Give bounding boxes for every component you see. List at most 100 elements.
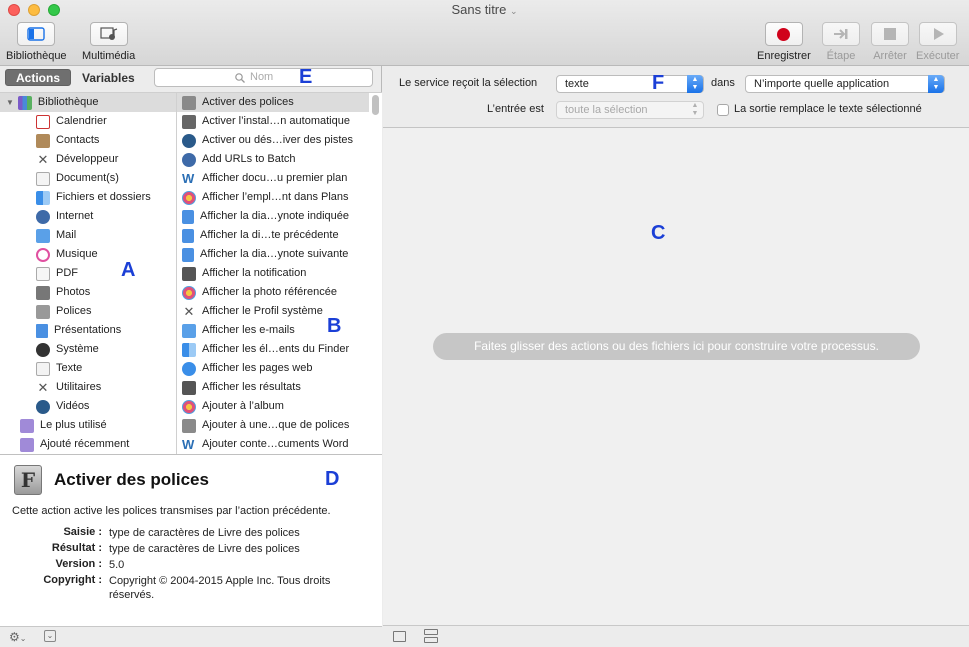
action-item[interactable]: W Afficher docu…u premier plan xyxy=(182,169,347,188)
sidebar-item-developpeur[interactable]: ✕ Développeur xyxy=(36,150,119,169)
action-item[interactable]: Afficher les résultats xyxy=(182,378,301,397)
sidebar-item-label: Système xyxy=(56,343,99,355)
action-item[interactable]: Afficher la dia…ynote indiquée xyxy=(182,207,349,226)
actions-list: Activer des polices Activer l’instal…n a… xyxy=(176,92,382,454)
action-item[interactable]: Afficher la dia…ynote suivante xyxy=(182,245,348,264)
action-item[interactable]: Afficher la notification xyxy=(182,264,306,283)
sidebar-item-calendrier[interactable]: Calendrier xyxy=(36,112,107,131)
action-item[interactable]: Afficher les e-mails xyxy=(182,321,295,340)
action-item[interactable]: Activer ou dés…iver des pistes xyxy=(182,131,353,150)
keynote-icon xyxy=(182,228,194,243)
workflow-hint: Faites glisser des actions ou des fichie… xyxy=(433,333,920,360)
font-book-icon: F xyxy=(14,465,42,495)
tab-actions[interactable]: Actions xyxy=(5,69,72,86)
input-type-select[interactable]: texte ▲ ▼ xyxy=(556,75,704,93)
action-item[interactable]: Afficher les pages web xyxy=(182,359,312,378)
keynote-icon xyxy=(36,323,48,338)
collapse-description-icon[interactable]: ⌄ xyxy=(44,630,56,642)
library-root[interactable]: ▼ Bibliothèque xyxy=(0,93,176,112)
system-icon xyxy=(36,342,50,357)
keynote-icon xyxy=(182,209,194,224)
popup-arrows-icon: ▲ ▼ xyxy=(928,75,944,93)
workflow-pane: Le service reçoit la sélection texte ▲ ▼ … xyxy=(383,66,969,647)
sidebar-item-contacts[interactable]: Contacts xyxy=(36,131,99,150)
sidebar-item-musique[interactable]: Musique xyxy=(36,245,98,264)
sidebar-item-polices[interactable]: Polices xyxy=(36,302,91,321)
description-text: Cette action active les polices transmis… xyxy=(12,505,331,517)
sidebar-item-fichiers[interactable]: Fichiers et dossiers xyxy=(36,188,151,207)
sidebar-item-label: Fichiers et dossiers xyxy=(56,191,151,203)
smart-group-most-used[interactable]: Le plus utilisé xyxy=(20,416,107,435)
sidebar-item-videos[interactable]: Vidéos xyxy=(36,397,89,416)
gear-icon[interactable]: ⚙⌄ xyxy=(9,630,26,644)
action-item[interactable]: Afficher la photo référencée xyxy=(182,283,337,302)
annotation-b: B xyxy=(327,315,342,337)
result-value: type de caractères de Livre des polices xyxy=(109,543,300,555)
action-item[interactable]: W Ajouter conte…cuments Word xyxy=(182,435,349,454)
mail-icon xyxy=(182,323,196,338)
variables-view-icon[interactable] xyxy=(424,629,438,643)
media-label: Multimédia xyxy=(82,50,136,62)
photos-icon xyxy=(36,285,50,300)
tools-icon: ✕ xyxy=(183,303,195,319)
application-select[interactable]: N’importe quelle application ▲ ▼ xyxy=(745,75,945,93)
run-button[interactable]: Exécuter xyxy=(916,22,959,62)
stop-button[interactable]: Arrêter xyxy=(871,22,909,62)
finder-icon xyxy=(182,342,196,357)
sidebar-item-mail[interactable]: Mail xyxy=(36,226,76,245)
annotation-f: F xyxy=(652,72,665,94)
search-icon xyxy=(235,73,245,83)
sidebar-item-presentations[interactable]: Présentations xyxy=(36,321,121,340)
sidebar-item-label: Vidéos xyxy=(56,400,90,412)
action-item[interactable]: Afficher la di…te précédente xyxy=(182,226,339,245)
tab-variables[interactable]: Variables xyxy=(71,69,146,86)
sidebar-item-systeme[interactable]: Système xyxy=(36,340,99,359)
input-label: Saisie : xyxy=(63,526,102,538)
sidebar-item-label: Texte xyxy=(56,362,83,374)
photos-icon xyxy=(182,399,196,414)
input-scope-select[interactable]: toute la sélection ▲ ▼ xyxy=(556,101,704,119)
step-button[interactable]: Étape xyxy=(822,22,860,62)
version-label: Version : xyxy=(55,558,102,570)
action-label: Ajouter à une…que de polices xyxy=(202,419,350,431)
action-label: Add URLs to Batch xyxy=(202,153,296,165)
library-toggle-button[interactable]: Bibliothèque xyxy=(6,22,67,62)
installer-icon xyxy=(182,114,196,129)
mail-icon xyxy=(36,228,50,243)
annotation-e: E xyxy=(299,66,313,88)
actions-scrollbar[interactable] xyxy=(372,95,379,115)
action-item[interactable]: Ajouter à l’album xyxy=(182,397,284,416)
media-icon xyxy=(99,27,117,40)
action-item[interactable]: Activer l’instal…n automatique xyxy=(182,112,350,131)
sidebar-item-label: Musique xyxy=(56,248,98,260)
library-root-label: Bibliothèque xyxy=(37,96,99,108)
window-title[interactable]: Sans titre ⌄ xyxy=(0,2,969,17)
log-view-icon[interactable] xyxy=(393,631,406,642)
action-item[interactable]: Ajouter à une…que de polices xyxy=(182,416,349,435)
action-item[interactable]: Add URLs to Batch xyxy=(182,150,296,169)
sidebar-item-pdf[interactable]: PDF xyxy=(36,264,78,283)
sidebar-item-utilitaires[interactable]: ✕ Utilitaires xyxy=(36,378,102,397)
sidebar-item-internet[interactable]: Internet xyxy=(36,207,93,226)
sidebar-icon xyxy=(27,27,45,41)
library-bottom-bar: ⚙⌄ ⌄ xyxy=(0,626,382,647)
smart-group-recently-added[interactable]: Ajouté récemment xyxy=(20,435,129,454)
workflow-area[interactable]: Faites glisser des actions ou des fichie… xyxy=(383,128,969,625)
search-input[interactable]: Nom xyxy=(154,68,373,87)
chevron-down-icon: ⌄ xyxy=(510,6,518,16)
action-item[interactable]: Activer des polices xyxy=(177,93,369,112)
input-scope-value: toute la sélection xyxy=(565,104,648,116)
sidebar-item-photos[interactable]: Photos xyxy=(36,283,90,302)
finder-icon xyxy=(36,190,50,205)
media-button[interactable]: Multimédia xyxy=(82,22,135,62)
replace-selection-checkbox[interactable] xyxy=(717,104,729,116)
record-button[interactable]: Enregistrer xyxy=(757,22,811,62)
step-label: Étape xyxy=(826,50,856,62)
action-item[interactable]: Afficher l’empl…nt dans Plans xyxy=(182,188,349,207)
action-item[interactable]: Afficher les él…ents du Finder xyxy=(182,340,349,359)
action-item[interactable]: ✕ Afficher le Profil système xyxy=(182,302,323,321)
sidebar-item-documents[interactable]: Document(s) xyxy=(36,169,119,188)
sidebar-item-texte[interactable]: Texte xyxy=(36,359,82,378)
font-book-icon xyxy=(36,304,50,319)
sidebar-item-label: Développeur xyxy=(56,153,119,165)
